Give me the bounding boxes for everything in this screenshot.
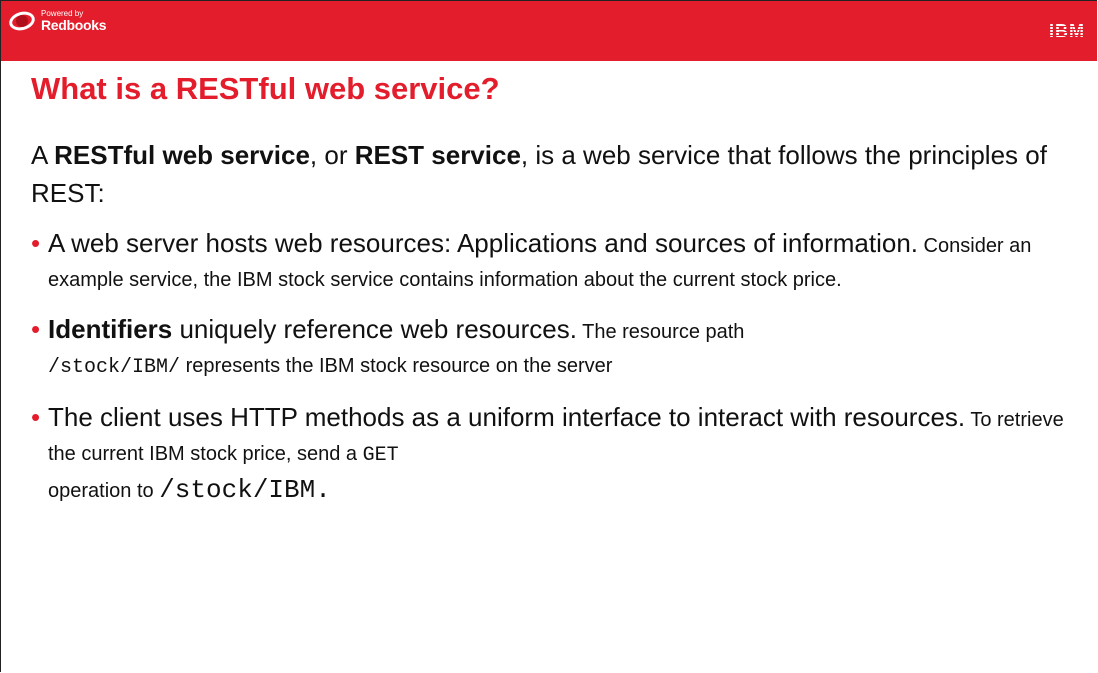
bullet-3-main: The client uses HTTP methods as a unifor… [48, 402, 966, 432]
bullet-item-1: • A web server hosts web resources: Appl… [31, 226, 1071, 297]
bullet-3-code-1: GET [362, 444, 399, 467]
slide: Powered by Redbooks IBM What is a RESTfu… [0, 0, 1097, 672]
redbooks-logo: Powered by Redbooks [7, 7, 107, 35]
bullet-2-code: /stock/IBM/ [48, 356, 181, 379]
bullet-icon: • [31, 314, 41, 344]
bullet-2-detail: The resource path [576, 321, 745, 343]
bullet-2-main: uniquely reference web resources. [172, 314, 577, 344]
bullet-item-2: • Identifiers uniquely reference web res… [31, 312, 1071, 385]
logo-brand-text: Redbooks [41, 17, 107, 33]
bullet-list: • A web server hosts web resources: Appl… [31, 226, 1071, 508]
bullet-3-code-2: /stock/IBM [159, 475, 316, 505]
ibm-logo: IBM [1049, 21, 1085, 41]
bullet-3-end: . [315, 475, 331, 505]
redbooks-logo-icon [7, 8, 37, 34]
bullet-1-main: A web server hosts web resources: Applic… [48, 228, 918, 258]
bullet-item-3: • The client uses HTTP methods as a unif… [31, 400, 1071, 508]
intro-paragraph: A RESTful web service, or REST service, … [31, 136, 1071, 212]
page-title: What is a RESTful web service? [31, 71, 500, 106]
bullet-icon: • [31, 402, 41, 432]
intro-text-1: A [31, 140, 55, 170]
slide-content: A RESTful web service, or REST service, … [31, 136, 1071, 523]
intro-bold-1: RESTful web service [54, 140, 310, 170]
bullet-2-detail-2: represents the IBM stock resource on the… [180, 355, 613, 377]
intro-text-2: , or [309, 140, 355, 170]
bullet-icon: • [31, 228, 41, 258]
bullet-3-detail-2: operation to [48, 480, 160, 502]
header-bar: Powered by Redbooks IBM [1, 1, 1097, 61]
intro-bold-2: REST service [354, 140, 521, 170]
bullet-2-bold: Identifiers [48, 314, 173, 344]
